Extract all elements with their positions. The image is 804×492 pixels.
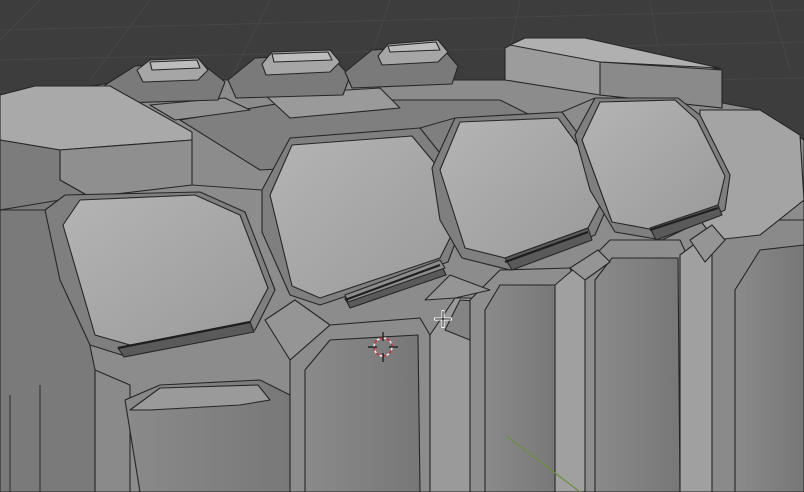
pillar-right-1[interactable] (469, 267, 591, 492)
top-button-3[interactable] (344, 39, 459, 89)
top-button-2[interactable] (227, 49, 351, 99)
3d-viewport[interactable] (0, 0, 804, 492)
viewport-scene[interactable] (0, 0, 804, 492)
pillar-right-2[interactable] (584, 239, 716, 492)
